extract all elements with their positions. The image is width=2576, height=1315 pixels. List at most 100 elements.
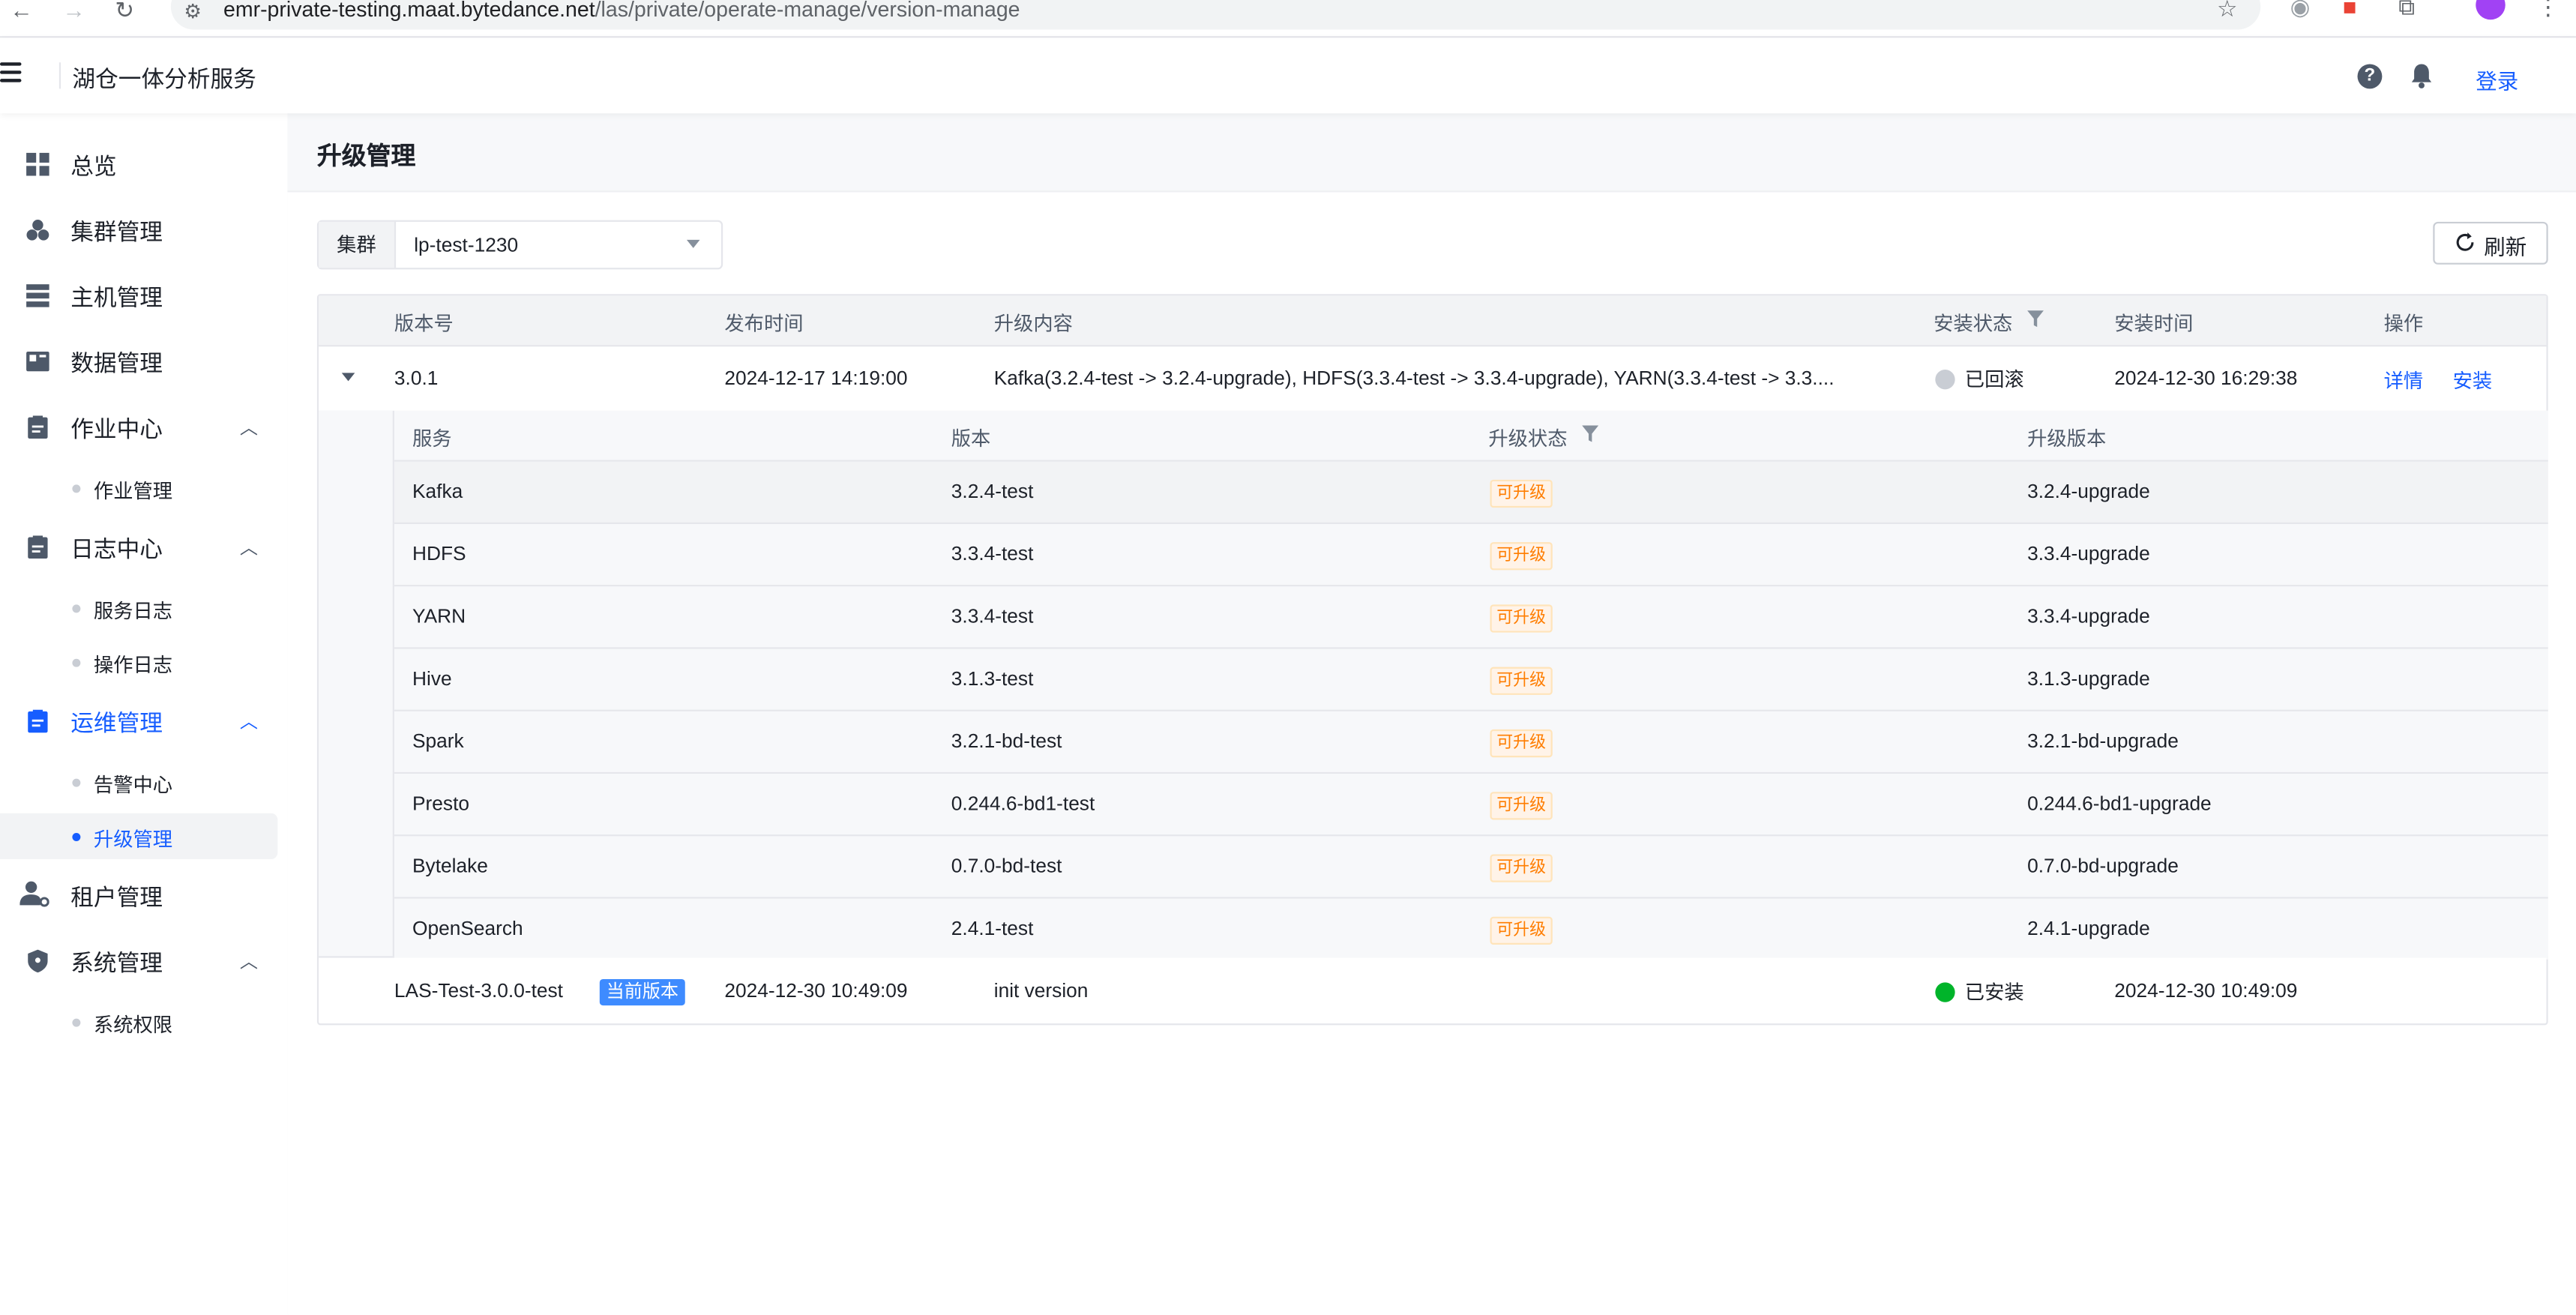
cluster-icon [26,219,49,241]
service-name-cell: YARN [412,604,466,628]
address-bar[interactable]: ⚙ emr-private-testing.maat.bytedance.net… [170,0,2261,30]
content-cell: init version [993,979,1089,1002]
sidebar-item-host[interactable]: 主机管理 [0,263,287,329]
filter-icon[interactable] [1582,425,1599,442]
log-icon [28,535,48,559]
sidebar-item-label: 系统管理 [70,949,163,976]
install-status-cell: 已安装 [1935,978,2024,1005]
browser-toolbar: ← → ↻ ⚙ emr-private-testing.maat.bytedan… [0,0,2576,38]
sidebar-item-system[interactable]: 系统管理 ︿ [0,928,287,994]
install-time-cell: 2024-12-30 10:49:09 [2114,979,2298,1002]
expand-caret-icon[interactable] [341,373,355,382]
sidebar-item-label: 主机管理 [70,284,163,311]
reload-icon[interactable]: ↻ [115,0,134,25]
bullet-dot [72,1018,81,1027]
sidebar-item-overview[interactable]: 总览 [0,131,287,197]
service-version-cell: 0.244.6-bd1-test [951,792,1095,815]
table-row: Hive 3.1.3-test 可升级 3.1.3-upgrade [394,649,2548,711]
chevron-up-icon: ︿ [239,713,259,733]
sidebar-item-log-center[interactable]: 日志中心 ︿ [0,514,287,580]
url-text: emr-private-testing.maat.bytedance.net/l… [223,0,1020,22]
upgradable-tag: 可升级 [1490,542,1553,571]
sidebar-item-ops-manage[interactable]: 运维管理 ︿ [0,688,287,754]
browser-menu-icon[interactable]: ⋮ [2536,0,2560,21]
back-icon[interactable]: ← [10,0,33,23]
rollback-status-icon [1935,370,1955,390]
bookmark-star-icon[interactable]: ☆ [2217,0,2238,23]
column-header-action: 操作 [2383,312,2424,336]
service-version-cell: 2.4.1-test [951,916,1034,940]
sidebar-item-label: 作业中心 [70,415,163,442]
upgradable-tag: 可升级 [1490,729,1553,758]
chevron-up-icon: ︿ [239,418,259,439]
app-title: 湖仓一体分析服务 [72,65,256,92]
install-status-cell: 已回滚 [1935,364,2024,392]
target-version-cell: 2.4.1-upgrade [2027,916,2150,940]
service-version-cell: 3.3.4-test [951,542,1034,565]
page-title: 升级管理 [316,142,416,171]
service-version-cell: 3.2.4-test [951,479,1034,503]
sidebar: 总览 集群管理 主机管理 数据管理 作业中心 ︿ 作业管理 日志中心 ︿ 服务日… [0,113,289,1315]
service-name-cell: Kafka [412,479,463,503]
sidebar-item-tenant[interactable]: 租户管理 [0,862,287,928]
sidebar-item-cluster[interactable]: 集群管理 [0,197,287,263]
main-content: 升级管理 集群 lp-test-1230 刷新 版本号 发布时间 升级内容 安装… [287,113,2576,1315]
extension-icon[interactable]: ■ [2343,0,2357,19]
release-time-cell: 2024-12-17 14:19:00 [724,366,908,390]
service-version-cell: 0.7.0-bd-test [951,854,1062,878]
refresh-label: 刷新 [2484,235,2527,260]
cluster-select-value: lp-test-1230 [414,233,519,256]
sidebar-subitem-label: 告警中心 [93,774,173,797]
service-name-cell: OpenSearch [412,916,523,940]
clipboard-icon [28,415,48,439]
extension-icon[interactable]: ◉ [2290,0,2311,21]
table-row: Spark 3.2.1-bd-test 可升级 3.2.1-bd-upgrade [394,711,2548,774]
sidebar-item-label: 运维管理 [70,709,163,736]
table-row: LAS-Test-3.0.0-test 当前版本 2024-12-30 10:4… [319,957,2547,1022]
sidebar-subitem-operate-log[interactable]: 操作日志 [0,639,277,684]
help-icon[interactable]: ? [2357,64,2383,89]
forward-icon[interactable]: → [62,0,85,23]
sidebar-subitem-alert-center[interactable]: 告警中心 [0,759,277,804]
login-link[interactable]: 登录 [2476,64,2518,95]
sidebar-item-label: 集群管理 [70,218,163,245]
filter-icon[interactable] [2027,310,2044,328]
table-row: HDFS 3.3.4-test 可升级 3.3.4-upgrade [394,524,2548,587]
service-version-cell: 3.2.1-bd-test [951,729,1062,753]
service-name-cell: Hive [412,666,452,690]
sidebar-item-job-center[interactable]: 作业中心 ︿ [0,394,287,460]
cluster-select-label: 集群 [319,221,397,268]
detail-link[interactable]: 详情 [2384,367,2424,394]
sidebar-item-data[interactable]: 数据管理 [0,328,287,394]
install-status-text: 已安装 [1964,981,2024,1004]
upgradable-tag: 可升级 [1490,854,1553,882]
service-version-cell: 3.1.3-test [951,666,1034,690]
header-divider [58,62,61,89]
site-settings-icon[interactable]: ⚙ [184,0,202,23]
refresh-button[interactable]: 刷新 [2433,221,2548,265]
column-header-upgrade-status: 升级状态 [1488,427,1568,451]
menu-toggle-icon[interactable] [0,62,22,87]
sidebar-subitem-service-log[interactable]: 服务日志 [0,585,277,631]
table-row: Bytelake 0.7.0-bd-test 可升级 0.7.0-bd-upgr… [394,836,2548,899]
user-gear-icon [19,881,49,907]
column-header-service-version: 版本 [951,427,991,451]
service-version-cell: 3.3.4-test [951,604,1034,628]
sidebar-subitem-system-perm[interactable]: 系统权限 [0,999,277,1044]
bullet-dot [72,604,81,613]
profile-avatar[interactable] [2476,0,2506,20]
upgradable-tag: 可升级 [1490,666,1553,695]
sidebar-subitem-upgrade-manage[interactable]: 升级管理 [0,813,278,860]
target-version-cell: 0.244.6-bd1-upgrade [2027,792,2212,815]
page-header: 升级管理 [287,113,2576,193]
sidebar-subitem-job-manage[interactable]: 作业管理 [0,465,277,511]
bell-icon[interactable] [2410,62,2434,88]
upgradable-tag: 可升级 [1490,479,1553,508]
install-link[interactable]: 安装 [2453,367,2493,394]
sidebar-subitem-label: 作业管理 [93,479,173,503]
extensions-puzzle-icon[interactable]: ⧉ [2398,0,2415,21]
table-row: Kafka 3.2.4-test 可升级 3.2.4-upgrade [394,461,2548,525]
target-version-cell: 3.2.4-upgrade [2027,479,2150,503]
cluster-select[interactable]: 集群 lp-test-1230 [316,220,723,270]
chevron-up-icon: ︿ [239,952,259,973]
